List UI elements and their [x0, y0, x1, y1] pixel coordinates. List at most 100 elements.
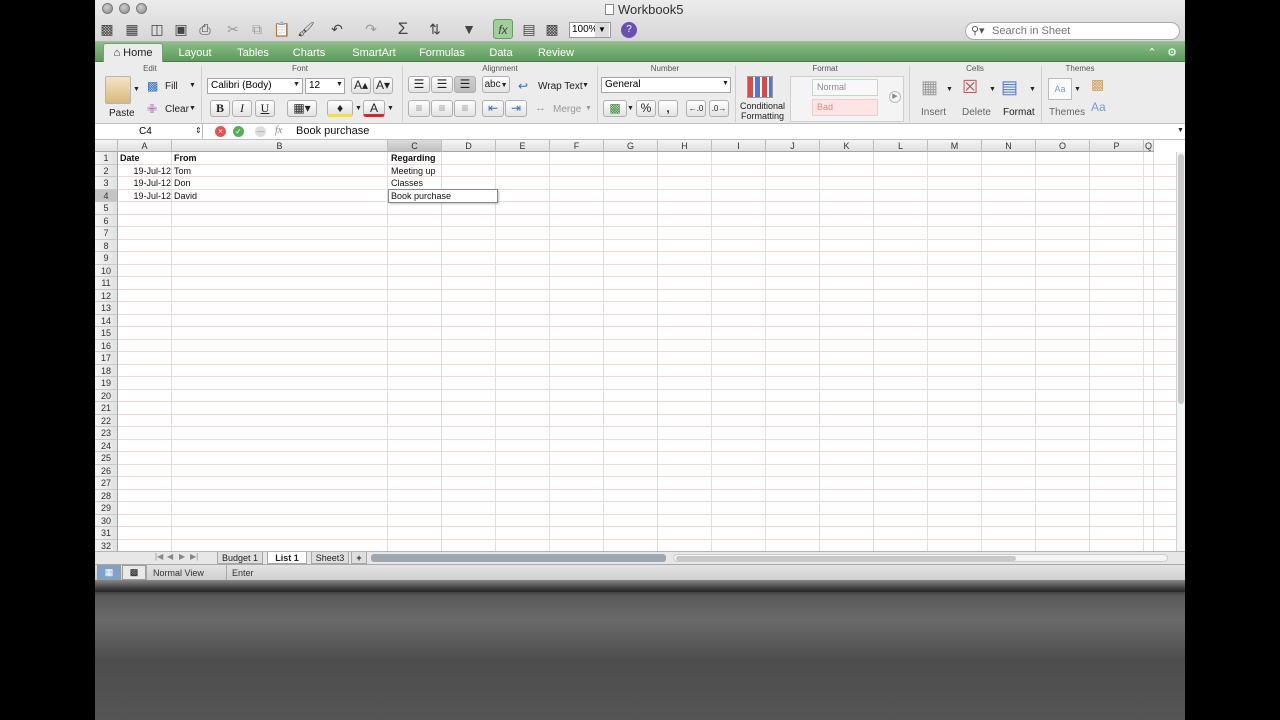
percent-style-button[interactable]: %	[636, 100, 656, 117]
cell-B4[interactable]: David	[174, 190, 197, 202]
row-header[interactable]: 3	[95, 177, 118, 190]
row-header[interactable]: 9	[95, 252, 118, 265]
align-middle-button[interactable]: ☰	[431, 76, 453, 93]
row-header[interactable]: 25	[95, 452, 118, 465]
align-right-button[interactable]: ≡	[454, 100, 476, 117]
font-name-box[interactable]: Calibri (Body)	[207, 78, 303, 94]
styles-next-icon[interactable]: ▶	[889, 91, 901, 103]
name-box-stepper-icon[interactable]: ⇕	[195, 126, 202, 135]
format-painter-icon[interactable]: 🖌	[296, 19, 316, 39]
open-icon[interactable]: ◫	[147, 19, 167, 39]
column-header[interactable]: D	[442, 140, 496, 152]
name-box[interactable]: C4	[95, 124, 203, 139]
underline-button[interactable]: U	[255, 100, 275, 117]
column-header[interactable]: E	[496, 140, 550, 152]
themes-icon[interactable]: Aa	[1048, 78, 1072, 100]
row-header[interactable]: 5	[95, 202, 118, 215]
column-header[interactable]: J	[766, 140, 820, 152]
row-header[interactable]: 7	[95, 227, 118, 240]
column-header[interactable]: O	[1036, 140, 1090, 152]
column-header[interactable]: G	[604, 140, 658, 152]
increase-decimal-button[interactable]: ←.0	[686, 100, 706, 117]
row-header[interactable]: 17	[95, 352, 118, 365]
clipboard-icon[interactable]	[105, 76, 131, 104]
row-header[interactable]: 30	[95, 514, 118, 527]
row-header[interactable]: 13	[95, 302, 118, 315]
formula-bar-expand-icon[interactable]: ▼	[1177, 127, 1184, 134]
tab-tables[interactable]: Tables	[227, 44, 279, 62]
column-header[interactable]: H	[658, 140, 712, 152]
autosum-icon[interactable]: Σ	[393, 19, 413, 39]
redo-icon[interactable]: ↷	[361, 19, 381, 39]
conditional-formatting-button-line1[interactable]: Conditional	[740, 101, 785, 111]
clear-dropdown-icon[interactable]: ▼	[189, 105, 196, 112]
column-header[interactable]: F	[550, 140, 604, 152]
cell-B2[interactable]: Tom	[174, 165, 191, 177]
cancel-entry-icon[interactable]: ×	[215, 126, 226, 137]
new-workbook-icon[interactable]: ▩	[97, 19, 117, 39]
row-header[interactable]: 6	[95, 214, 118, 227]
bold-button[interactable]: B	[210, 100, 230, 117]
font-size-dropdown-icon[interactable]: ▼	[336, 81, 343, 88]
merge-button[interactable]: Merge	[553, 104, 581, 115]
cell-A4[interactable]: 19-Jul-12	[118, 190, 171, 202]
vertical-scrollbar[interactable]	[1176, 152, 1185, 551]
merge-dropdown-icon[interactable]: ▼	[585, 105, 592, 112]
delete-cells-icon[interactable]: ☒	[962, 77, 978, 98]
align-center-button[interactable]: ≡	[431, 100, 453, 117]
italic-button[interactable]: I	[232, 100, 252, 117]
row-header[interactable]: 22	[95, 414, 118, 427]
save-icon[interactable]: ▣	[171, 19, 191, 39]
orientation-button[interactable]: abc▼	[482, 76, 510, 93]
add-sheet-button[interactable]: +	[351, 552, 367, 564]
decrease-decimal-button[interactable]: .0→	[709, 100, 729, 117]
align-top-button[interactable]: ☰	[408, 76, 430, 93]
last-sheet-icon[interactable]: ▶|	[190, 552, 198, 561]
format-button[interactable]: Format	[1003, 107, 1035, 118]
row-header[interactable]: 26	[95, 464, 118, 477]
row-header[interactable]: 27	[95, 477, 118, 490]
cell-B1[interactable]: From	[174, 152, 197, 164]
increase-font-size-button[interactable]: A▴	[351, 77, 371, 94]
row-header[interactable]: 1	[95, 152, 118, 165]
sheet-tab-sheet3[interactable]: Sheet3	[311, 552, 349, 564]
prev-sheet-icon[interactable]: ◀	[167, 552, 173, 561]
toolbox-icon[interactable]: ▤	[519, 19, 539, 39]
column-header[interactable]: B	[172, 140, 388, 152]
horizontal-scroll-thumb[interactable]	[676, 556, 1016, 561]
row-header[interactable]: 11	[95, 277, 118, 290]
comma-style-button[interactable]: ,	[658, 100, 678, 117]
row-header[interactable]: 4	[95, 189, 118, 202]
cell-C3[interactable]: Classes	[391, 177, 423, 189]
insert-function-icon[interactable]: fx	[275, 125, 282, 136]
clear-button[interactable]: Clear	[165, 104, 189, 115]
worksheet-grid[interactable]: ABCDEFGHIJKLMNOPQ 1 2 3 4 5 6 7 8 9 10 11 12 13 14 15 1…	[95, 140, 1185, 551]
insert-dropdown-icon[interactable]: ▼	[946, 86, 953, 93]
decrease-font-size-button[interactable]: A▾	[373, 77, 393, 94]
insert-cells-icon[interactable]: ▦	[921, 77, 938, 98]
borders-button[interactable]: ▦▾	[287, 100, 317, 117]
tab-layout[interactable]: Layout	[169, 44, 221, 62]
templates-icon[interactable]: ▦	[122, 19, 142, 39]
paste-button[interactable]: Paste	[109, 108, 135, 119]
conditional-formatting-button-line2[interactable]: Formatting	[741, 111, 784, 121]
page-layout-view-button[interactable]: ▩	[122, 565, 146, 580]
insert-button[interactable]: Insert	[921, 107, 946, 118]
format-cells-icon[interactable]: ▤	[1001, 77, 1018, 98]
sort-icon[interactable]: ⇅	[425, 19, 445, 39]
cell-A1[interactable]: Date	[120, 152, 140, 164]
row-header[interactable]: 16	[95, 339, 118, 352]
cell-C2[interactable]: Meeting up	[391, 165, 436, 177]
cell-C1[interactable]: Regarding	[391, 152, 436, 164]
tab-smartart[interactable]: SmartArt	[343, 44, 405, 62]
filter-icon[interactable]: ▼	[459, 19, 479, 39]
formula-builder-icon[interactable]: fx	[493, 19, 513, 39]
tab-data[interactable]: Data	[479, 44, 523, 62]
style-normal[interactable]: Normal	[812, 79, 878, 96]
cut-icon[interactable]: ✂	[223, 19, 243, 39]
cell-B3[interactable]: Don	[174, 177, 191, 189]
first-sheet-icon[interactable]: |◀	[155, 552, 163, 561]
paste-icon[interactable]: 📋	[272, 19, 292, 39]
style-bad[interactable]: Bad	[812, 99, 878, 116]
font-color-button[interactable]: A	[363, 100, 385, 117]
